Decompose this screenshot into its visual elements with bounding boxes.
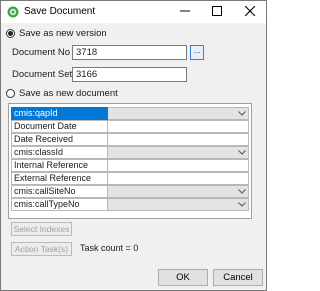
property-grid: cmis:qapId Document Date Date Received c…	[8, 103, 252, 219]
property-label[interactable]: Document Date	[11, 120, 108, 133]
property-row[interactable]: cmis:qapId	[11, 107, 249, 120]
chevron-down-icon[interactable]	[237, 187, 247, 196]
document-set-field[interactable]: 3166	[72, 67, 187, 82]
save-document-dialog: Save Document Save as new version Docume…	[0, 0, 267, 291]
new-version-label: Save as new version	[19, 28, 107, 39]
property-row[interactable]: Date Received	[11, 133, 249, 146]
select-indexes-button[interactable]: Select Indexes	[11, 222, 72, 236]
new-version-radio-row[interactable]: Save as new version	[6, 28, 107, 39]
new-version-radio[interactable]	[6, 29, 15, 38]
task-count-label: Task count = 0	[80, 243, 139, 253]
ok-button[interactable]: OK	[158, 269, 208, 286]
maximize-button[interactable]	[201, 1, 233, 23]
property-label[interactable]: Internal Reference	[11, 159, 108, 172]
property-row[interactable]: Internal Reference	[11, 159, 249, 172]
action-tasks-button[interactable]: Action Task(s)	[11, 242, 72, 256]
property-label[interactable]: cmis:classId	[11, 146, 108, 159]
chevron-down-icon[interactable]	[237, 109, 247, 118]
window-title: Save Document	[24, 6, 96, 17]
property-value-combo[interactable]	[108, 198, 249, 211]
property-label[interactable]: cmis:qapId	[11, 107, 108, 120]
property-label[interactable]: Date Received	[11, 133, 108, 146]
document-no-label: Document No	[12, 47, 71, 58]
new-document-radio-row[interactable]: Save as new document	[6, 88, 118, 99]
property-value-combo[interactable]	[108, 146, 249, 159]
chevron-down-icon[interactable]	[237, 200, 247, 209]
browse-button[interactable]: ...	[190, 45, 204, 60]
close-icon	[244, 5, 255, 19]
property-value-field[interactable]	[108, 172, 249, 185]
minimize-button[interactable]	[169, 1, 201, 23]
property-value-field[interactable]	[108, 133, 249, 146]
minimize-icon	[180, 6, 190, 19]
close-button[interactable]	[233, 1, 266, 23]
radio-selected-dot	[8, 31, 13, 36]
property-row[interactable]: Document Date	[11, 120, 249, 133]
new-document-radio[interactable]	[6, 89, 15, 98]
maximize-icon	[212, 5, 222, 19]
property-label[interactable]: cmis:callSiteNo	[11, 185, 108, 198]
document-no-field[interactable]: 3718	[72, 45, 187, 60]
new-document-label: Save as new document	[19, 88, 118, 99]
property-value-field[interactable]	[108, 159, 249, 172]
property-row[interactable]: cmis:callSiteNo	[11, 185, 249, 198]
property-label[interactable]: External Reference	[11, 172, 108, 185]
property-row[interactable]: External Reference	[11, 172, 249, 185]
property-value-combo[interactable]	[108, 185, 249, 198]
document-set-label: Document Set	[12, 69, 73, 80]
property-value-field[interactable]	[108, 120, 249, 133]
chevron-down-icon[interactable]	[237, 148, 247, 157]
property-label[interactable]: cmis:callTypeNo	[11, 198, 108, 211]
property-row[interactable]: cmis:callTypeNo	[11, 198, 249, 211]
app-icon	[7, 6, 19, 18]
property-value-combo[interactable]	[108, 107, 249, 120]
title-bar: Save Document	[1, 1, 266, 23]
cancel-button[interactable]: Cancel	[213, 269, 263, 286]
property-row[interactable]: cmis:classId	[11, 146, 249, 159]
